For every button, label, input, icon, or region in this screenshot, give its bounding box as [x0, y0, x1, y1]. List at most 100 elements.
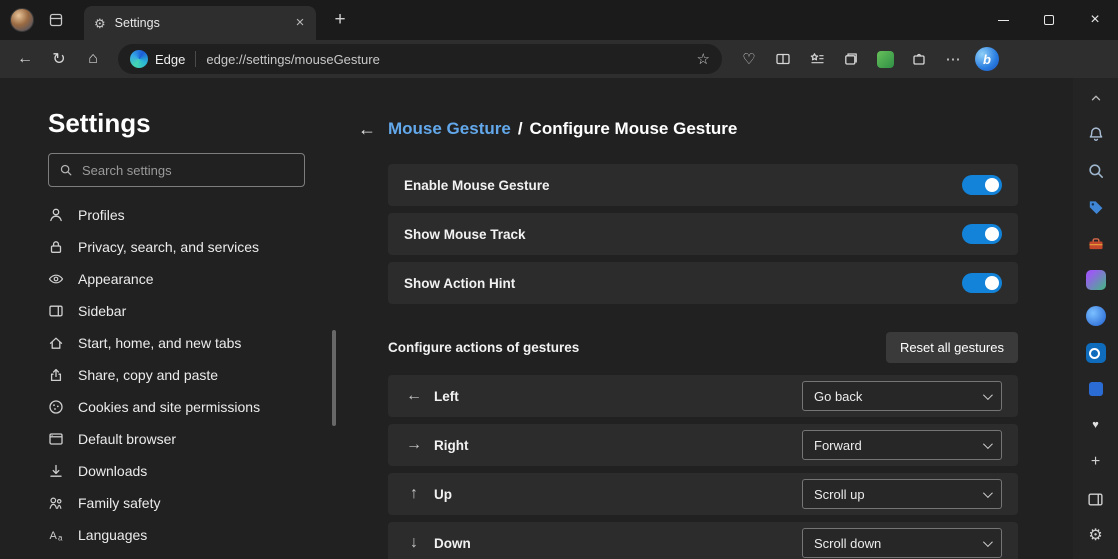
breadcrumb-back-icon[interactable]: ←: [358, 120, 376, 138]
url-text[interactable]: edge://settings/mouseGesture: [206, 52, 688, 67]
toggle-row-enable-mouse-gesture: Enable Mouse Gesture: [388, 164, 1018, 206]
back-button[interactable]: ←: [8, 44, 42, 74]
chevron-down-icon: [983, 390, 993, 400]
add-to-sidebar-icon[interactable]: +: [1085, 452, 1107, 473]
sidebar-item-share-copy-paste[interactable]: Share, copy and paste: [48, 359, 345, 391]
sidebar-item-default-browser[interactable]: Default browser: [48, 423, 345, 455]
gesture-direction: Up: [434, 487, 452, 502]
sidebar-item-label: Languages: [78, 527, 147, 543]
gesture-up-action-select[interactable]: Scroll up: [802, 479, 1002, 509]
selected-action: Scroll down: [814, 536, 881, 551]
tab-close-icon[interactable]: ×: [290, 13, 310, 33]
sidebar-item-label: Sidebar: [78, 303, 126, 319]
sidebar-item-label: Privacy, search, and services: [78, 239, 259, 255]
arrow-left-icon: ←: [404, 387, 424, 405]
main-content: ← Mouse Gesture / Configure Mouse Gestur…: [345, 78, 1073, 559]
refresh-button[interactable]: ↻: [42, 44, 76, 74]
svg-text:A: A: [50, 530, 58, 542]
breadcrumb-link[interactable]: Mouse Gesture: [388, 119, 511, 139]
close-button[interactable]: ×: [1072, 0, 1118, 40]
collections-icon[interactable]: [834, 44, 868, 74]
extension-icon[interactable]: [902, 44, 936, 74]
selected-action: Scroll up: [814, 487, 865, 502]
titlebar: ⚙ Settings × + ×: [0, 0, 1118, 40]
workspaces-icon[interactable]: [42, 6, 70, 34]
search-box[interactable]: [48, 153, 305, 187]
rail-settings-gear-icon[interactable]: ⚙: [1085, 525, 1107, 547]
gesture-down-action-select[interactable]: Scroll down: [802, 528, 1002, 558]
address-bar[interactable]: Edge edge://settings/mouseGesture ☆: [118, 44, 722, 74]
sidebar-item-label: Downloads: [78, 463, 147, 479]
m365-icon[interactable]: [1085, 379, 1107, 400]
profile-avatar[interactable]: [10, 8, 34, 32]
breadcrumb-separator: /: [518, 119, 523, 139]
sidebar-item-label: Cookies and site permissions: [78, 399, 260, 415]
gesture-left-action-select[interactable]: Go back: [802, 381, 1002, 411]
enable-mouse-gesture-toggle[interactable]: [962, 175, 1002, 195]
sidebar-item-label: Appearance: [78, 271, 154, 287]
sidebar-item-privacy[interactable]: Privacy, search, and services: [48, 231, 345, 263]
show-action-hint-toggle[interactable]: [962, 273, 1002, 293]
browser-essentials-icon[interactable]: ♡: [732, 44, 766, 74]
new-tab-button[interactable]: +: [326, 6, 354, 34]
chevron-down-icon: [983, 537, 993, 547]
notifications-bell-icon[interactable]: [1085, 123, 1107, 144]
sidebar-panel-icon: [48, 303, 64, 319]
games-icon[interactable]: [1085, 269, 1107, 290]
chevron-up-icon[interactable]: [1085, 87, 1107, 108]
browser-window-icon: [48, 431, 64, 447]
outlook-icon[interactable]: [1085, 342, 1107, 363]
toggle-label: Show Mouse Track: [404, 227, 526, 242]
designer-icon[interactable]: [1085, 306, 1107, 327]
sidebar-item-label: Default browser: [78, 431, 176, 447]
rail-search-icon[interactable]: [1085, 160, 1107, 181]
favorites-heart-icon[interactable]: ♥: [1085, 415, 1107, 436]
minimize-icon: [998, 20, 1009, 21]
extension-green-icon[interactable]: [868, 44, 902, 74]
sidebar-item-label: Start, home, and new tabs: [78, 335, 241, 351]
arrow-down-icon: ↓: [404, 534, 424, 552]
gestures-section-header: Configure actions of gestures Reset all …: [388, 332, 1018, 363]
sidebar-scrollbar[interactable]: [332, 330, 336, 426]
lock-icon: [48, 239, 64, 255]
tab-title: Settings: [115, 16, 290, 30]
sidebar-item-languages[interactable]: Aa Languages: [48, 519, 345, 551]
sidebar-item-downloads[interactable]: Downloads: [48, 455, 345, 487]
split-screen-icon[interactable]: [766, 44, 800, 74]
tab-settings[interactable]: ⚙ Settings ×: [84, 6, 316, 40]
show-mouse-track-toggle[interactable]: [962, 224, 1002, 244]
sidebar-item-family-safety[interactable]: Family safety: [48, 487, 345, 519]
sidebar-item-appearance[interactable]: Appearance: [48, 263, 345, 295]
svg-text:a: a: [58, 534, 63, 543]
minimize-button[interactable]: [980, 0, 1026, 40]
shopping-tag-icon[interactable]: [1085, 196, 1107, 217]
maximize-button[interactable]: [1026, 0, 1072, 40]
sidebar-item-profiles[interactable]: Profiles: [48, 199, 345, 231]
section-title: Configure actions of gestures: [388, 340, 579, 355]
sidebar-item-sidebar[interactable]: Sidebar: [48, 295, 345, 327]
sidebar-item-start-home-tabs[interactable]: Start, home, and new tabs: [48, 327, 345, 359]
favorites-hub-icon[interactable]: [800, 44, 834, 74]
page-body: Settings Profiles Privacy, search, and s…: [0, 78, 1118, 559]
copilot-icon[interactable]: b: [970, 44, 1004, 74]
gesture-right-action-select[interactable]: Forward: [802, 430, 1002, 460]
selected-action: Go back: [814, 389, 862, 404]
home-button[interactable]: ⌂: [76, 44, 110, 74]
gesture-direction: Down: [434, 536, 471, 551]
toggle-label: Enable Mouse Gesture: [404, 178, 550, 193]
reset-all-gestures-button[interactable]: Reset all gestures: [886, 332, 1018, 363]
settings-sidebar: Settings Profiles Privacy, search, and s…: [0, 78, 345, 559]
sidebar-layout-icon[interactable]: [1085, 488, 1107, 510]
toolbox-icon[interactable]: [1085, 233, 1107, 254]
cookie-icon: [48, 399, 64, 415]
download-icon: [48, 463, 64, 479]
search-input[interactable]: [82, 163, 282, 178]
edge-chip-label: Edge: [155, 52, 185, 67]
sidebar-item-cookies-permissions[interactable]: Cookies and site permissions: [48, 391, 345, 423]
favorite-star-icon[interactable]: ☆: [697, 50, 710, 68]
selected-action: Forward: [814, 438, 862, 453]
gesture-row-down: ↓ Down Scroll down: [388, 522, 1018, 559]
arrow-up-icon: ↑: [404, 485, 424, 503]
more-options-icon[interactable]: ⋯: [936, 44, 970, 74]
chip-divider: [195, 51, 196, 67]
